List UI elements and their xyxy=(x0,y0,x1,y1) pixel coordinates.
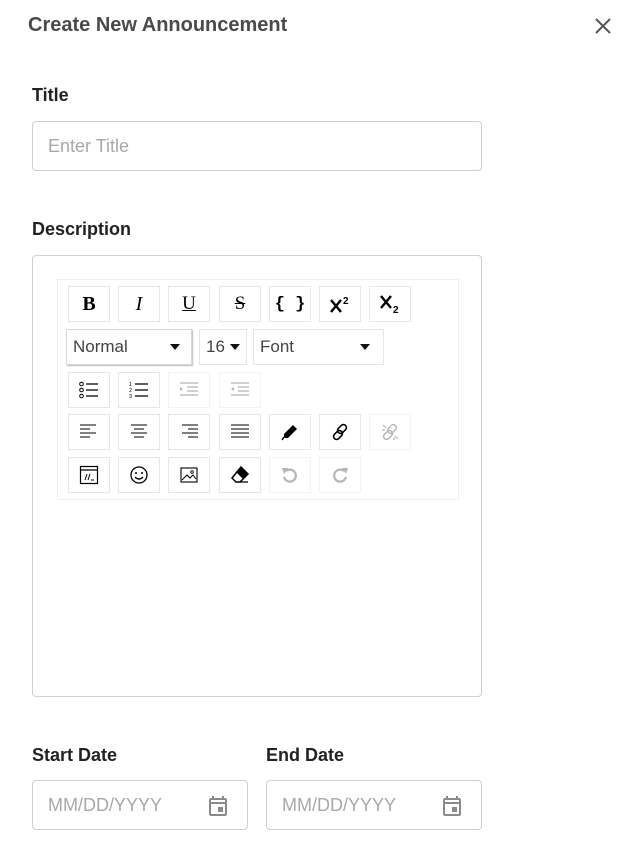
align-center-icon xyxy=(131,424,147,438)
unordered-list-button[interactable] xyxy=(68,372,110,408)
start-date-input[interactable]: MM/DD/YYYY xyxy=(32,780,248,830)
end-date-input[interactable]: MM/DD/YYYY xyxy=(266,780,482,830)
unlink-icon xyxy=(382,423,399,441)
emoji-button[interactable] xyxy=(118,457,160,493)
redo-icon xyxy=(333,468,348,483)
color-picker-button[interactable] xyxy=(269,414,311,450)
calendar-icon[interactable] xyxy=(440,794,464,818)
start-date-placeholder: MM/DD/YYYY xyxy=(48,795,163,815)
numbered-list-icon: 1 2 3 xyxy=(129,382,148,399)
bold-icon: B xyxy=(82,292,96,315)
link-button[interactable] xyxy=(319,414,361,450)
image-icon xyxy=(180,467,198,483)
svg-text:2: 2 xyxy=(343,296,349,307)
italic-button[interactable]: I xyxy=(118,286,160,322)
underline-button[interactable]: U xyxy=(168,286,210,322)
end-date-label: End Date xyxy=(266,745,345,765)
title-input[interactable] xyxy=(32,121,482,171)
strikethrough-button[interactable]: S xyxy=(219,286,261,322)
image-button[interactable] xyxy=(168,457,210,493)
bold-button[interactable]: B xyxy=(68,286,110,322)
eraser-icon xyxy=(230,465,250,483)
font-size-value: 16 xyxy=(206,337,225,356)
block-type-select[interactable]: Normal xyxy=(66,329,192,365)
svg-text:2: 2 xyxy=(393,305,399,314)
description-label: Description xyxy=(32,219,132,239)
justify-button[interactable] xyxy=(219,414,261,450)
undo-icon xyxy=(282,468,297,483)
calendar-icon[interactable] xyxy=(206,794,230,818)
indent-icon xyxy=(180,382,198,396)
close-icon[interactable] xyxy=(591,14,615,38)
title-label: Title xyxy=(32,85,69,105)
align-left-button[interactable] xyxy=(68,414,110,450)
font-family-select[interactable]: Font xyxy=(253,329,384,365)
start-date-label: Start Date xyxy=(32,745,118,765)
block-type-value: Normal xyxy=(73,337,128,356)
redo-button[interactable] xyxy=(319,457,361,493)
strikethrough-icon: S xyxy=(234,293,246,314)
chevron-down-icon xyxy=(230,344,240,350)
italic-icon: I xyxy=(135,292,143,315)
align-right-button[interactable] xyxy=(168,414,210,450)
chevron-down-icon xyxy=(170,344,180,350)
indent-button[interactable] xyxy=(168,372,210,408)
undo-button[interactable] xyxy=(269,457,311,493)
underline-icon: U xyxy=(182,293,196,314)
chevron-down-icon xyxy=(360,344,370,350)
embedded-button[interactable] xyxy=(68,457,110,493)
bullet-list-icon xyxy=(79,381,98,399)
align-center-button[interactable] xyxy=(118,414,160,450)
code-icon: { } xyxy=(274,294,306,314)
outdent-icon xyxy=(231,382,249,396)
subscript-button[interactable]: 2 xyxy=(369,286,411,322)
superscript-icon: 2 xyxy=(330,296,349,313)
unlink-button[interactable] xyxy=(369,414,411,450)
outdent-button[interactable] xyxy=(219,372,261,408)
ordered-list-button[interactable]: 1 2 3 xyxy=(118,372,160,408)
justify-icon xyxy=(231,424,249,438)
eyedropper-icon xyxy=(281,425,297,441)
editor-toolbar: B I U S { } 2 2 Normal 16 Font 1 2 3 xyxy=(57,279,459,500)
description-editor[interactable]: B I U S { } 2 2 Normal 16 Font 1 2 3 xyxy=(32,255,482,697)
embed-icon xyxy=(79,465,99,485)
subscript-icon: 2 xyxy=(380,295,399,314)
dialog-title: Create New Announcement xyxy=(28,14,288,36)
font-size-select[interactable]: 16 xyxy=(199,329,247,365)
link-icon xyxy=(332,423,348,441)
end-date-placeholder: MM/DD/YYYY xyxy=(282,795,397,815)
svg-text:3: 3 xyxy=(129,394,132,399)
emoji-icon xyxy=(130,466,148,484)
superscript-button[interactable]: 2 xyxy=(319,286,361,322)
remove-formatting-button[interactable] xyxy=(219,457,261,493)
align-right-icon xyxy=(182,424,198,438)
align-left-icon xyxy=(80,424,96,438)
code-button[interactable]: { } xyxy=(269,286,311,322)
font-family-value: Font xyxy=(260,337,295,356)
